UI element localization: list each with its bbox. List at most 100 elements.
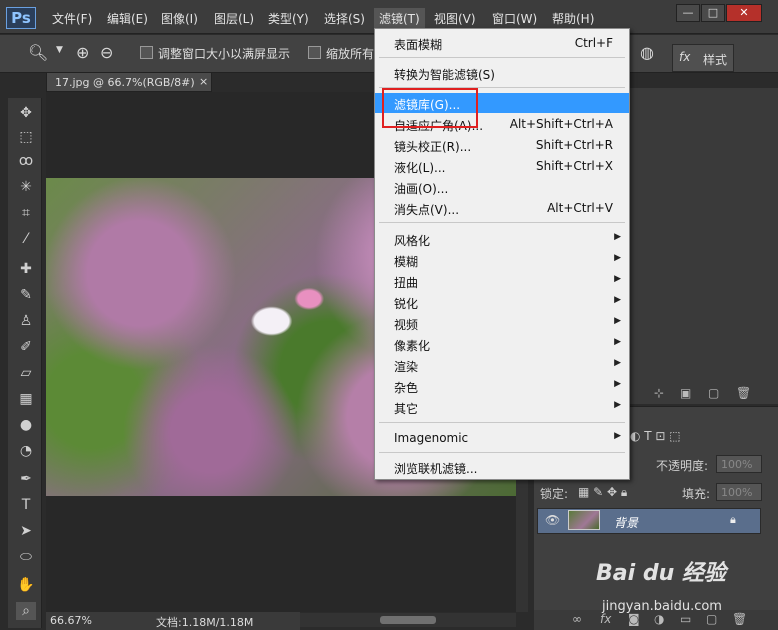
document-tab[interactable]: 17.jpg @ 66.7%(RGB/8#) × [46,72,212,92]
submenu-arrow-icon: ▶ [614,316,621,326]
close-button[interactable]: ✕ [726,4,762,22]
menu-item-render[interactable]: 渲染 ▶ [375,355,629,375]
menu-item-label: 其它 [394,402,419,416]
submenu-arrow-icon: ▶ [614,274,621,284]
menu-window[interactable]: 窗口(W) [492,10,537,27]
menu-item-other[interactable]: 其它 ▶ [375,397,629,417]
menu-edit[interactable]: 编辑(E) [107,10,148,27]
menu-item-label: 视频 [394,318,419,332]
path-selection-icon[interactable]: ➤ [16,522,36,540]
brush-tool-icon[interactable]: ✎ [16,286,36,304]
hand-tool-icon[interactable]: ✋ [16,576,36,594]
lock-label: 锁定: [540,487,569,501]
menu-separator [379,452,625,453]
menu-filter[interactable]: 滤镜(T) [374,8,425,29]
scrollbar-thumb[interactable] [380,616,436,624]
blur-tool-icon[interactable]: ● [16,416,36,434]
menu-item-pixelate[interactable]: 像素化 ▶ [375,334,629,354]
lasso-tool-icon[interactable]: ꝏ [16,152,36,170]
menu-item-label: 消失点(V)... [394,203,460,217]
adjust-icon[interactable]: ⊹ [654,386,664,400]
fx-icon: fx [679,50,691,64]
minimize-button[interactable]: — [676,4,700,22]
close-tab-icon[interactable]: × [199,75,208,88]
menu-item-surface-blur[interactable]: 表面模糊 Ctrl+F [375,33,629,53]
lock-icons[interactable]: ▦ ✎ ✥ 🔒︎ [578,485,627,500]
menu-item-blur[interactable]: 模糊 ▶ [375,250,629,270]
watermark-url: jingyan.baidu.com [602,599,722,614]
zoom-level[interactable]: 66.67% [50,614,92,627]
menu-item-distort[interactable]: 扭曲 ▶ [375,271,629,291]
resize-windows-label: 调整窗口大小以满屏显示 [158,47,291,61]
style-label: 样式 [703,53,728,67]
gradient-tool-icon[interactable]: ▦ [16,390,36,408]
type-tool-icon[interactable]: T [16,496,36,514]
fill-label: 填充: [682,487,711,501]
menu-view[interactable]: 视图(V) [434,10,476,27]
menu-help[interactable]: 帮助(H) [552,10,594,27]
opacity-input[interactable]: 100% [716,455,762,473]
menu-item-lens-correction[interactable]: 镜头校正(R)... Shift+Ctrl+R [375,135,629,155]
maximize-button[interactable]: □ [701,4,725,22]
layer-filter-icons[interactable]: ◐ T ⊡ ⬚ [630,429,681,443]
trash-icon[interactable]: 🗑︎ [736,386,751,400]
submenu-arrow-icon: ▶ [614,400,621,410]
menu-item-video[interactable]: 视频 ▶ [375,313,629,333]
style-panel-button[interactable]: fx 样式 [672,44,734,72]
baidu-watermark: Bai du 经验 jingyan.baidu.com [596,555,778,625]
magic-wand-icon[interactable]: ✳ [16,178,36,196]
marquee-tool-icon[interactable]: ⬚ [16,128,36,146]
menu-item-liquify[interactable]: 液化(L)... Shift+Ctrl+X [375,156,629,176]
menu-item-label: 渲染 [394,360,419,374]
layer-name[interactable]: 背景 [614,514,638,531]
menu-layer[interactable]: 图层(L) [214,10,254,27]
menu-select[interactable]: 选择(S) [324,10,365,27]
menu-item-label: 油画(O)... [394,182,449,196]
menu-item-oil-paint[interactable]: 油画(O)... [375,177,629,197]
menu-item-label: 扭曲 [394,276,419,290]
menu-item-imagenomic[interactable]: Imagenomic ▶ [375,428,629,448]
menu-item-noise[interactable]: 杂色 ▶ [375,376,629,396]
menu-item-label: 液化(L)... [394,161,446,175]
link-icon[interactable]: ∞ [572,612,582,626]
eyedropper-icon[interactable]: ⁄ [16,230,36,248]
crop-tool-icon[interactable]: ⌗ [16,204,36,222]
submenu-arrow-icon: ▶ [614,232,621,242]
menu-separator [379,422,625,423]
fill-input[interactable]: 100% [716,483,762,501]
pen-tool-icon[interactable]: ✒ [16,470,36,488]
menu-item-vanishing-point[interactable]: 消失点(V)... Alt+Ctrl+V [375,198,629,218]
history-brush-icon[interactable]: ✐ [16,338,36,356]
menu-image[interactable]: 图像(I) [161,10,198,27]
menu-file[interactable]: 文件(F) [52,10,92,27]
zoom-tool-icon[interactable]: ⌕ [16,602,36,620]
submenu-arrow-icon: ▶ [614,379,621,389]
menu-type[interactable]: 类型(Y) [268,10,309,27]
move-tool-icon[interactable]: ✥ [16,104,36,122]
menu-item-label: Imagenomic [394,431,469,445]
dodge-tool-icon[interactable]: ◔ [16,442,36,460]
zoom-tool-icon[interactable]: 🔍︎ [28,43,48,62]
new-icon[interactable]: ▢ [708,386,719,400]
zoom-out-icon[interactable]: ⊖ [100,43,113,62]
palette-icon[interactable]: ◍ [640,43,654,62]
chevron-down-icon[interactable]: ▼ [56,45,63,55]
menu-item-convert-smart-filter[interactable]: 转换为智能滤镜(S) [375,63,629,83]
eraser-tool-icon[interactable]: ▱ [16,364,36,382]
menu-item-sharpen[interactable]: 锐化 ▶ [375,292,629,312]
menu-item-label: 表面模糊 [394,38,443,52]
menu-item-browse-online-filters[interactable]: 浏览联机滤镜... [375,457,629,477]
healing-brush-icon[interactable]: ✚ [16,260,36,278]
photoshop-logo: Ps [6,7,36,29]
resize-windows-checkbox[interactable] [140,46,153,59]
menu-item-stylize[interactable]: 风格化 ▶ [375,229,629,249]
shape-tool-icon[interactable]: ⬭ [16,548,36,566]
visibility-eye-icon[interactable]: 👁︎ [545,513,560,527]
mask-icon[interactable]: ▣ [680,386,691,400]
zoom-in-icon[interactable]: ⊕ [76,43,89,62]
layer-lock-icon: 🔒︎ [730,513,736,526]
stamp-tool-icon[interactable]: ♙ [16,312,36,330]
submenu-arrow-icon: ▶ [614,358,621,368]
zoom-all-checkbox[interactable] [308,46,321,59]
document-tab-title: 17.jpg @ 66.7%(RGB/8#) [55,76,195,89]
